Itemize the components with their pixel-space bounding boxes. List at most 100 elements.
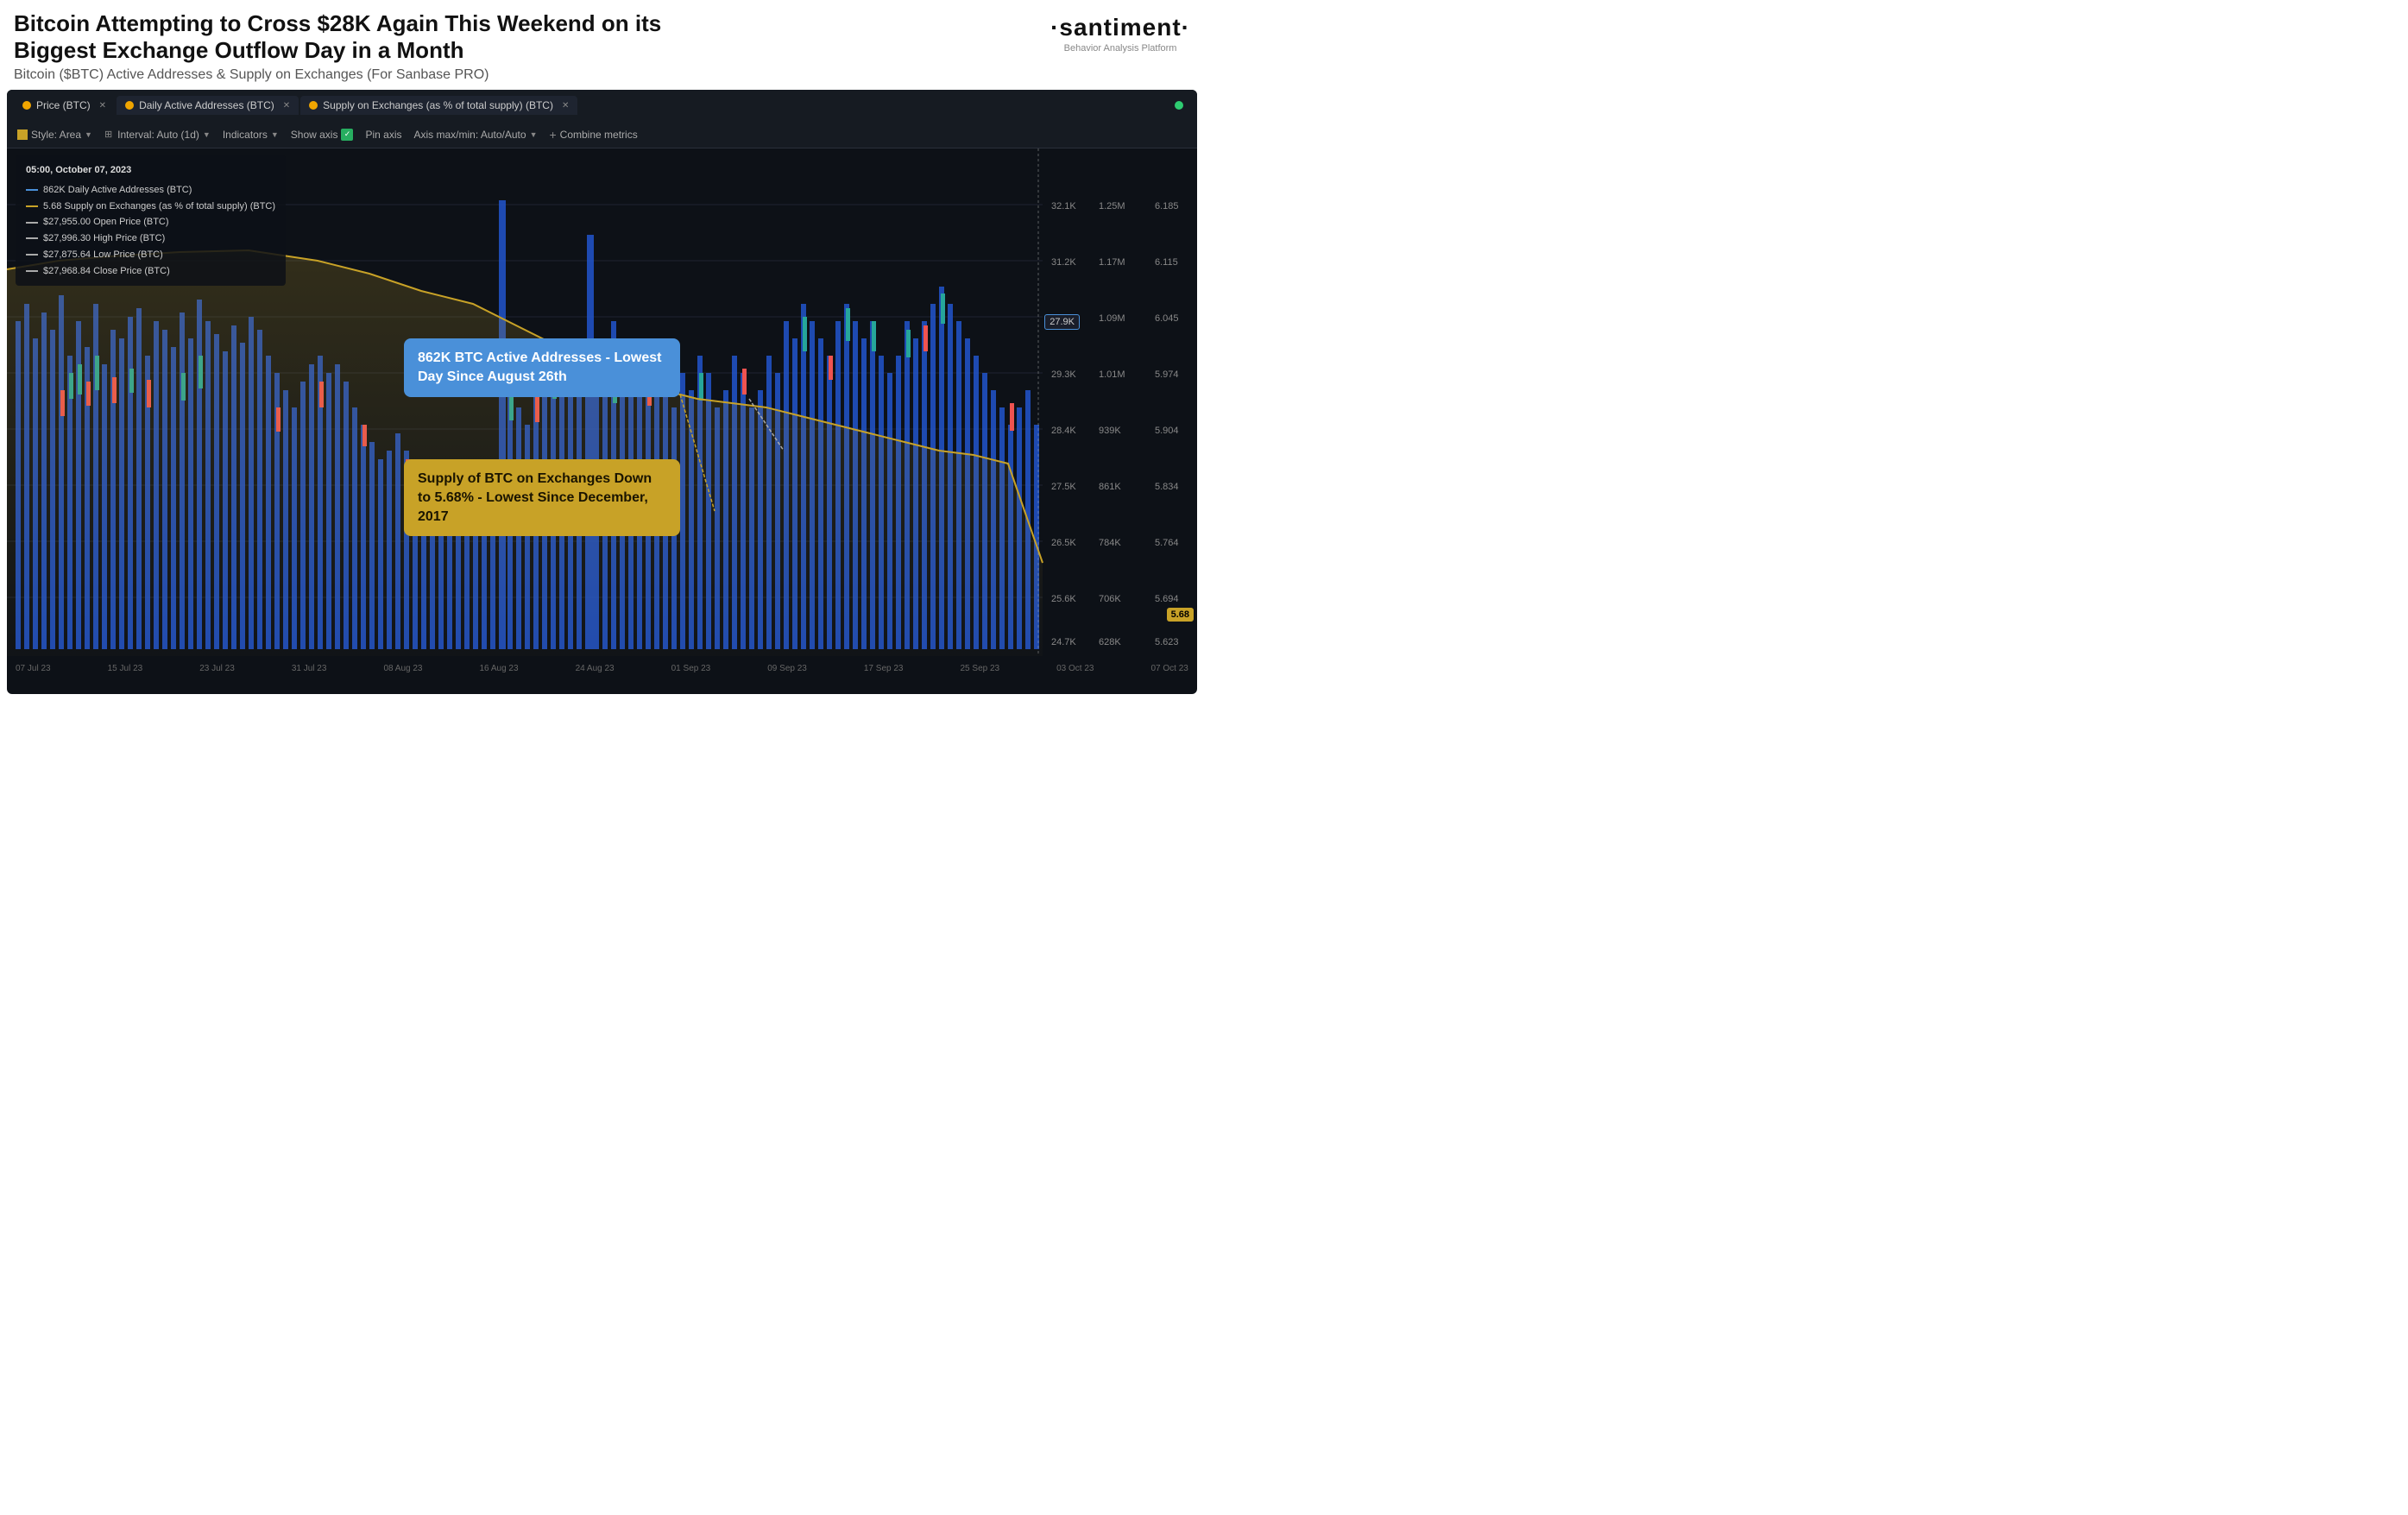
- tooltip-row-5: $27,875.64 Low Price (BTC): [26, 247, 275, 263]
- style-color-swatch: [17, 129, 28, 140]
- tooltip-dash-4: [26, 237, 38, 239]
- tab-close-supply[interactable]: ✕: [562, 101, 569, 110]
- tooltip-dash-1: [26, 189, 38, 191]
- annotation-blue: 862K BTC Active Addresses - Lowest Day S…: [404, 338, 680, 396]
- x-axis: 07 Jul 23 15 Jul 23 23 Jul 23 31 Jul 23 …: [7, 656, 1197, 680]
- x-label-4: 31 Jul 23: [292, 664, 327, 673]
- tooltip-row-3: $27,955.00 Open Price (BTC): [26, 214, 275, 230]
- svg-text:5.834: 5.834: [1155, 482, 1179, 492]
- svg-text:25.6K: 25.6K: [1051, 594, 1076, 604]
- axis-maxmin-caret: ▼: [530, 130, 538, 139]
- live-indicator: [1175, 101, 1183, 110]
- x-label-6: 16 Aug 23: [480, 664, 519, 673]
- svg-text:31.2K: 31.2K: [1051, 257, 1076, 268]
- svg-text:706K: 706K: [1099, 594, 1121, 604]
- tooltip-dash-6: [26, 270, 38, 272]
- svg-text:5.904: 5.904: [1155, 426, 1179, 436]
- svg-text:6.045: 6.045: [1155, 313, 1179, 324]
- x-label-10: 17 Sep 23: [864, 664, 904, 673]
- chart-main: 32.1K 31.2K 30.2K 29.3K 28.4K 27.5K 26.5…: [7, 148, 1197, 656]
- svg-text:28.4K: 28.4K: [1051, 426, 1076, 436]
- tooltip-dash-5: [26, 254, 38, 256]
- tab-supply[interactable]: Supply on Exchanges (as % of total suppl…: [300, 96, 577, 115]
- tab-price[interactable]: Price (BTC) ✕: [14, 96, 115, 115]
- svg-text:32.1K: 32.1K: [1051, 201, 1076, 211]
- annotation-gold-text: Supply of BTC on Exchanges Down to 5.68%…: [418, 471, 652, 523]
- show-axis-checkbox[interactable]: ✓: [341, 129, 353, 141]
- x-label-8: 01 Sep 23: [671, 664, 711, 673]
- svg-text:1.17M: 1.17M: [1099, 257, 1125, 268]
- interval-icon: ⊞: [104, 129, 112, 140]
- tooltip-row-4: $27,996.30 High Price (BTC): [26, 230, 275, 247]
- tooltip-dash-2: [26, 205, 38, 207]
- svg-text:5.974: 5.974: [1155, 369, 1179, 380]
- svg-text:5.623: 5.623: [1155, 637, 1179, 647]
- tab-close-price[interactable]: ✕: [99, 101, 106, 110]
- tooltip-row-2: 5.68 Supply on Exchanges (as % of total …: [26, 199, 275, 215]
- sub-title: Bitcoin ($BTC) Active Addresses & Supply…: [14, 67, 1033, 83]
- svg-text:26.5K: 26.5K: [1051, 538, 1076, 548]
- style-selector[interactable]: Style: Area ▼: [17, 129, 92, 141]
- tab-price-label: Price (BTC): [36, 99, 91, 111]
- indicators-label: Indicators: [223, 129, 268, 141]
- tab-dot-supply: [309, 101, 318, 110]
- header-text: Bitcoin Attempting to Cross $28K Again T…: [14, 10, 1033, 83]
- x-label-1: 07 Jul 23: [16, 664, 51, 673]
- combine-metrics-btn[interactable]: + Combine metrics: [549, 128, 637, 142]
- price-badge: 27.9K: [1044, 314, 1080, 330]
- x-label-3: 23 Jul 23: [199, 664, 235, 673]
- tab-daily-active[interactable]: Daily Active Addresses (BTC) ✕: [117, 96, 299, 115]
- axis-maxmin-selector[interactable]: Axis max/min: Auto/Auto ▼: [414, 129, 538, 141]
- svg-text:1.01M: 1.01M: [1099, 369, 1125, 380]
- x-label-12: 03 Oct 23: [1056, 664, 1094, 673]
- x-label-5: 08 Aug 23: [383, 664, 422, 673]
- svg-text:6.115: 6.115: [1155, 257, 1178, 268]
- annotation-blue-text: 862K BTC Active Addresses - Lowest Day S…: [418, 350, 661, 384]
- x-label-2: 15 Jul 23: [108, 664, 143, 673]
- x-label-13: 07 Oct 23: [1151, 664, 1188, 673]
- toolbar: Style: Area ▼ ⊞ Interval: Auto (1d) ▼ In…: [7, 121, 1197, 148]
- supply-badge: 5.68: [1167, 608, 1194, 622]
- tooltip-row-1: 862K Daily Active Addresses (BTC): [26, 182, 275, 199]
- combine-metrics-label: Combine metrics: [560, 129, 638, 141]
- svg-text:29.3K: 29.3K: [1051, 369, 1076, 380]
- santiment-brand: ·santiment·: [1050, 14, 1190, 41]
- svg-text:5.694: 5.694: [1155, 594, 1179, 604]
- tooltip-box: 05:00, October 07, 2023 862K Daily Activ…: [16, 155, 286, 286]
- svg-text:5.764: 5.764: [1155, 538, 1179, 548]
- tab-close-daily[interactable]: ✕: [283, 101, 290, 110]
- tabs-bar: Price (BTC) ✕ Daily Active Addresses (BT…: [7, 90, 1197, 121]
- header: Bitcoin Attempting to Cross $28K Again T…: [0, 0, 1204, 90]
- indicators-caret: ▼: [271, 130, 279, 139]
- x-label-9: 09 Sep 23: [767, 664, 807, 673]
- svg-text:784K: 784K: [1099, 538, 1121, 548]
- tooltip-row-6: $27,968.84 Close Price (BTC): [26, 263, 275, 280]
- show-axis-toggle[interactable]: Show axis ✓: [291, 129, 354, 141]
- svg-text:939K: 939K: [1099, 426, 1121, 436]
- style-caret: ▼: [85, 130, 92, 139]
- combine-plus-icon: +: [549, 128, 556, 142]
- indicators-selector[interactable]: Indicators ▼: [223, 129, 279, 141]
- svg-text:27.5K: 27.5K: [1051, 482, 1076, 492]
- pin-axis-btn[interactable]: Pin axis: [365, 129, 401, 141]
- tab-dot-daily: [125, 101, 134, 110]
- axis-maxmin-label: Axis max/min: Auto/Auto: [414, 129, 526, 141]
- svg-text:1.25M: 1.25M: [1099, 201, 1125, 211]
- svg-text:24.7K: 24.7K: [1051, 637, 1076, 647]
- interval-caret: ▼: [203, 130, 211, 139]
- santiment-logo: ·santiment· Behavior Analysis Platform: [1050, 14, 1190, 54]
- show-axis-label: Show axis: [291, 129, 338, 141]
- svg-text:628K: 628K: [1099, 637, 1121, 647]
- tooltip-dash-3: [26, 222, 38, 224]
- main-title: Bitcoin Attempting to Cross $28K Again T…: [14, 10, 722, 64]
- interval-selector[interactable]: ⊞ Interval: Auto (1d) ▼: [104, 129, 211, 141]
- tooltip-date: 05:00, October 07, 2023: [26, 162, 275, 179]
- pin-axis-label: Pin axis: [365, 129, 401, 141]
- tab-supply-label: Supply on Exchanges (as % of total suppl…: [323, 99, 553, 111]
- svg-text:6.185: 6.185: [1155, 201, 1179, 211]
- svg-text:1.09M: 1.09M: [1099, 313, 1125, 324]
- interval-label: Interval: Auto (1d): [117, 129, 199, 141]
- style-label: Style: Area: [31, 129, 81, 141]
- tab-daily-label: Daily Active Addresses (BTC): [139, 99, 274, 111]
- annotation-gold: Supply of BTC on Exchanges Down to 5.68%…: [404, 459, 680, 536]
